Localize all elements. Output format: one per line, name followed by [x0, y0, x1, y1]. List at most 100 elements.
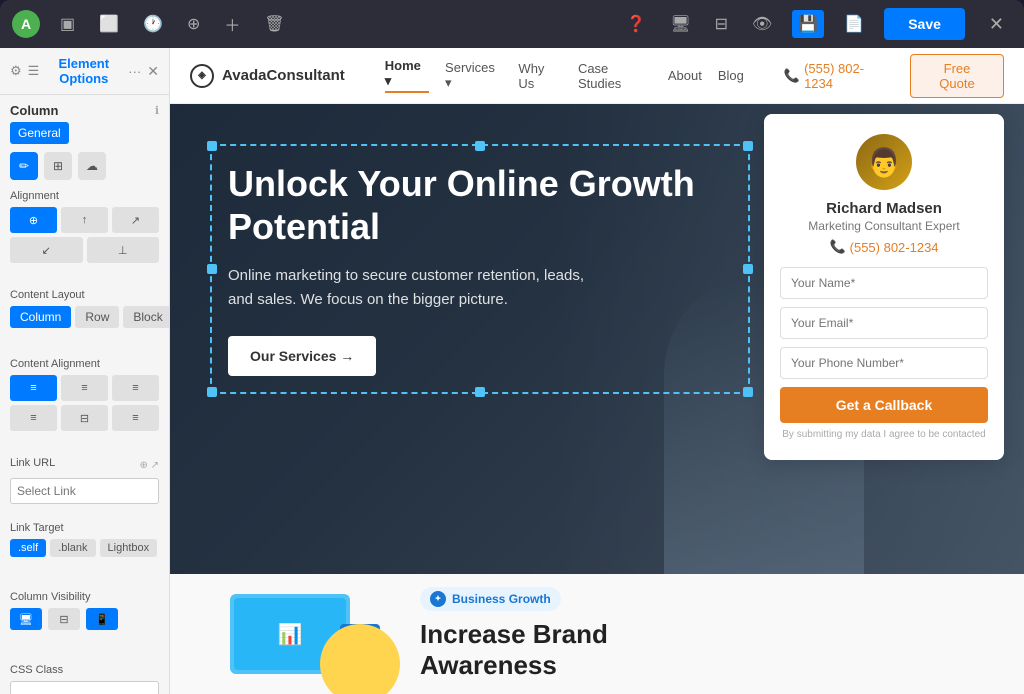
handle-top-center[interactable] [475, 141, 485, 151]
nav-services[interactable]: Services ▾ [445, 60, 502, 91]
consultant-phone: 📞 (555) 802-1234 [780, 239, 988, 255]
bottom-badge: ✦ Business Growth [420, 587, 561, 611]
main-tabs-row: General [0, 122, 169, 144]
nav-home[interactable]: Home ▾ [385, 58, 429, 93]
vis-desktop-btn[interactable]: 🖥 [10, 608, 42, 630]
illus-circle [320, 624, 400, 694]
link-target-section: Link Target .self .blank Lightbox [0, 522, 169, 575]
layout-row-btn[interactable]: Row [75, 306, 119, 328]
content-align-justify[interactable]: ≡ [10, 405, 57, 431]
hero-selected-box[interactable]: Unlock Your Online Growth Potential Onli… [210, 144, 750, 394]
history-icon[interactable]: 🕐 [139, 10, 167, 38]
content-alignment-section: Content Alignment ≡ ≡ ≡ ≡ ⊟ ≡ [0, 358, 169, 441]
toolbar-right: ❓ 🖥 ⊟ 👁 💾 📄 Save ✕ [622, 8, 1012, 40]
pages-icon[interactable]: ⬜ [95, 10, 123, 38]
section-title: Column [10, 103, 58, 118]
toolbar-logo[interactable]: A [12, 10, 40, 38]
site-logo: ◈ AvadaConsultant [190, 64, 345, 88]
content-align-right[interactable]: ≡ [112, 375, 159, 401]
save-draft-icon[interactable]: 💾 [792, 10, 824, 38]
alignment-section: Alignment ⊕ ↑ ↗ ↙ ⊥ [0, 190, 169, 273]
link-url-actions[interactable]: ⊕ ↗ [139, 460, 159, 471]
layers-icon[interactable]: ⊕ [183, 10, 204, 38]
sidebar-toggle-icon[interactable]: ▣ [56, 10, 79, 38]
target-lightbox-btn[interactable]: Lightbox [100, 539, 158, 557]
align-bottom-left[interactable]: ↙ [10, 237, 83, 263]
card-email-input[interactable] [780, 307, 988, 339]
top-toolbar: A ▣ ⬜ 🕐 ⊕ ＋ 🗑 ❓ 🖥 ⊟ 👁 💾 📄 Save ✕ [0, 0, 1024, 48]
left-panel: ⚙ ☰ Element Options ··· ✕ Column ℹ Gener… [0, 48, 170, 694]
delete-icon[interactable]: 🗑 [260, 10, 288, 38]
nav-blog[interactable]: Blog [718, 68, 744, 83]
link-url-label: Link URL [10, 457, 55, 469]
card-name-input[interactable] [780, 267, 988, 299]
link-input-row: 🔗 [10, 478, 159, 504]
css-class-label: CSS Class [10, 664, 159, 676]
layout-block-btn[interactable]: Block [123, 306, 170, 328]
vis-mobile-btn[interactable]: 📱 [86, 608, 118, 630]
consultant-card: 👨 Richard Madsen Marketing Consultant Ex… [764, 114, 1004, 460]
tab-icon-cloud[interactable]: ☁ [78, 152, 106, 180]
section-title-row: Column ℹ [0, 95, 169, 122]
main-layout: ⚙ ☰ Element Options ··· ✕ Column ℹ Gener… [0, 48, 1024, 694]
content-align-left[interactable]: ≡ [10, 375, 57, 401]
layout-column-btn[interactable]: Column [10, 306, 71, 328]
target-self-btn[interactable]: .self [10, 539, 46, 557]
visibility-row: 🖥 ⊟ 📱 [10, 608, 159, 630]
align-top-left[interactable]: ⊕ [10, 207, 57, 233]
target-blank-btn[interactable]: .blank [50, 539, 95, 557]
nav-case-studies[interactable]: Case Studies [578, 61, 652, 91]
tab-icon-pen[interactable]: ✏ [10, 152, 38, 180]
card-phone-input[interactable] [780, 347, 988, 379]
align-top-center[interactable]: ↑ [61, 207, 108, 233]
link-url-section: Link URL ⊕ ↗ 🔗 [0, 457, 169, 522]
tab-general[interactable]: General [10, 122, 69, 144]
align-top-right[interactable]: ↗ [112, 207, 159, 233]
hero-title: Unlock Your Online Growth Potential [228, 162, 732, 248]
close-editor-button[interactable]: ✕ [981, 10, 1012, 39]
export-icon[interactable]: 📄 [840, 10, 868, 38]
bottom-heading: Increase Brand Awareness [420, 619, 984, 681]
hero-subtitle: Online marketing to secure customer rete… [228, 264, 588, 312]
panel-list-icon[interactable]: ☰ [28, 63, 40, 79]
hero-cta-button[interactable]: Our Services → [228, 336, 376, 376]
tablet-icon[interactable]: ⊟ [711, 10, 732, 38]
link-target-label: Link Target [10, 522, 159, 534]
consultant-name: Richard Madsen [780, 200, 988, 217]
card-callback-button[interactable]: Get a Callback [780, 387, 988, 423]
css-class-input[interactable] [10, 681, 159, 694]
align-bottom-right[interactable]: ⊥ [87, 237, 160, 263]
content-layout-row: Column Row Block [10, 306, 159, 328]
content-area: ◈ AvadaConsultant Home ▾ Services ▾ Why … [170, 48, 1024, 694]
panel-close-button[interactable]: ✕ [147, 63, 159, 80]
handle-top-left[interactable] [207, 141, 217, 151]
link-url-input[interactable] [17, 484, 170, 498]
handle-middle-left[interactable] [207, 264, 217, 274]
content-layout-label: Content Layout [10, 289, 159, 301]
panel-gear-icon[interactable]: ⚙ [10, 63, 22, 79]
vis-tablet-btn[interactable]: ⊟ [48, 608, 80, 630]
nav-about[interactable]: About [668, 68, 702, 83]
handle-middle-right[interactable] [743, 264, 753, 274]
handle-bottom-center[interactable] [475, 387, 485, 397]
content-align-full[interactable]: ≡ [112, 405, 159, 431]
column-visibility-label: Column Visibility [10, 591, 159, 603]
logo-text: AvadaConsultant [222, 67, 345, 84]
help-icon[interactable]: ❓ [622, 10, 650, 38]
bottom-section: 📊 ✦ Business Growth Increase Brand Aware… [170, 574, 1024, 694]
handle-top-right[interactable] [743, 141, 753, 151]
save-button[interactable]: Save [884, 8, 965, 40]
content-alignment-label: Content Alignment [10, 358, 159, 370]
preview-icon[interactable]: 👁 [748, 10, 776, 38]
nav-why-us[interactable]: Why Us [518, 61, 562, 91]
handle-bottom-right[interactable] [743, 387, 753, 397]
content-align-center[interactable]: ≡ [61, 375, 108, 401]
free-quote-button[interactable]: Free Quote [910, 54, 1004, 98]
add-element-icon[interactable]: ＋ [220, 8, 244, 40]
content-align-spread[interactable]: ⊟ [61, 405, 108, 431]
tab-icon-grid[interactable]: ⊞ [44, 152, 72, 180]
panel-more-button[interactable]: ··· [128, 64, 141, 79]
desktop-icon[interactable]: 🖥 [666, 10, 694, 38]
section-info-icon[interactable]: ℹ [155, 104, 159, 117]
handle-bottom-left[interactable] [207, 387, 217, 397]
